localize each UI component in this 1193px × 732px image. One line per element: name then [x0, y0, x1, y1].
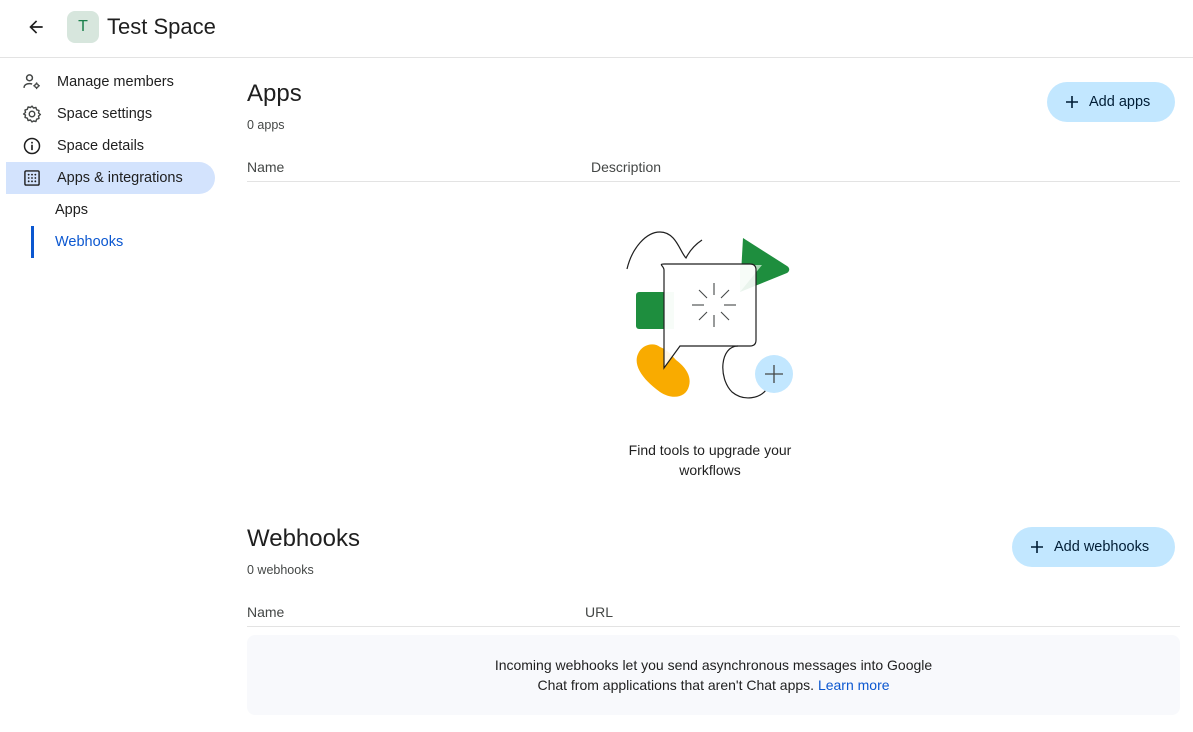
sidebar-item-apps-integrations[interactable]: Apps & integrations — [6, 162, 215, 194]
manage-members-icon — [23, 74, 40, 90]
apps-count: 0 apps — [247, 118, 285, 132]
space-avatar: T — [67, 11, 99, 43]
top-bar: T Test Space — [0, 0, 1193, 58]
add-webhooks-label: Add webhooks — [1054, 539, 1150, 555]
webhooks-info-box: Incoming webhooks let you send asynchron… — [247, 635, 1180, 715]
webhooks-header-divider — [247, 626, 1180, 627]
sidebar: Manage members Space settings Space deta… — [0, 58, 225, 732]
webhooks-info-line-1: Incoming webhooks let you send asynchron… — [494, 657, 933, 673]
apps-header-divider — [247, 181, 1180, 182]
apps-section-title: Apps — [247, 80, 302, 107]
arrow-back-icon — [29, 20, 43, 34]
apps-empty-line-2: workflows — [679, 462, 741, 478]
space-title: Test Space — [107, 14, 216, 39]
sidebar-subitem-label: Webhooks — [55, 234, 124, 250]
sidebar-item-label: Space details — [57, 138, 145, 154]
plus-icon — [1066, 96, 1078, 108]
webhooks-section-title: Webhooks — [247, 525, 360, 552]
webhooks-info-line-2-wrap: Chat from applications that aren't Chat … — [247, 675, 1180, 695]
plus-icon — [1031, 541, 1043, 553]
add-apps-button[interactable]: Add apps — [1047, 82, 1175, 122]
sidebar-item-space-details[interactable]: Space details — [6, 130, 215, 162]
sidebar-subitem-apps[interactable]: Apps — [31, 194, 215, 226]
back-button[interactable] — [18, 9, 54, 45]
add-webhooks-button[interactable]: Add webhooks — [1012, 527, 1175, 567]
sidebar-item-label: Manage members — [57, 74, 174, 90]
sidebar-item-label: Apps & integrations — [57, 170, 183, 186]
apps-grid-icon — [24, 170, 40, 186]
webhooks-column-name: Name — [247, 604, 285, 620]
info-icon — [23, 137, 41, 155]
sidebar-item-space-settings[interactable]: Space settings — [6, 98, 215, 130]
sidebar-subitem-webhooks[interactable]: Webhooks — [31, 226, 215, 258]
webhooks-info-line-2: Chat from applications that aren't Chat … — [537, 677, 815, 693]
sidebar-subitem-label: Apps — [55, 202, 89, 218]
sidebar-item-label: Space settings — [57, 106, 153, 122]
apps-column-name: Name — [247, 159, 285, 175]
empty-state-illustration — [626, 231, 793, 399]
webhooks-column-url: URL — [585, 604, 614, 620]
learn-more-link[interactable]: Learn more — [818, 677, 890, 693]
add-apps-label: Add apps — [1089, 94, 1151, 110]
apps-empty-line-1: Find tools to upgrade your — [628, 442, 792, 458]
webhooks-count: 0 webhooks — [247, 563, 314, 577]
gear-icon — [22, 105, 42, 123]
apps-column-description: Description — [591, 159, 662, 175]
sidebar-item-manage-members[interactable]: Manage members — [6, 66, 215, 98]
apps-empty-message: Find tools to upgrade your workflows — [610, 440, 810, 480]
